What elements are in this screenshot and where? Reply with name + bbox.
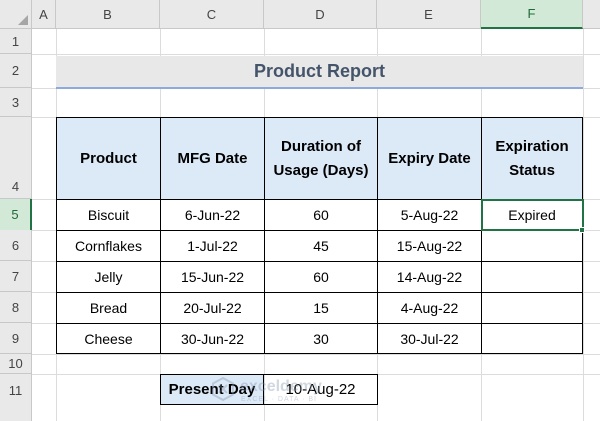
table-header-expiration-status[interactable]: Expiration Status: [481, 117, 583, 200]
table-header-duration[interactable]: Duration of Usage (Days): [264, 117, 378, 200]
row-header-8[interactable]: 8: [0, 292, 32, 323]
select-all-corner[interactable]: [0, 0, 32, 29]
table-cell-mfg[interactable]: 1-Jul-22: [160, 230, 265, 262]
column-header-f[interactable]: F: [481, 0, 583, 29]
table-cell-product[interactable]: Biscuit: [56, 199, 161, 231]
column-header-a[interactable]: A: [32, 0, 56, 29]
column-header-b[interactable]: B: [56, 0, 160, 29]
row-header-10[interactable]: 10: [0, 354, 32, 374]
column-header-extra: [583, 0, 600, 29]
table-cell-product[interactable]: Bread: [56, 292, 161, 324]
table-cell-status[interactable]: [481, 292, 583, 324]
row-header-9[interactable]: 9: [0, 323, 32, 354]
row-header-3[interactable]: 3: [0, 88, 32, 117]
row-header-11[interactable]: 11: [0, 374, 32, 421]
row-header-7[interactable]: 7: [0, 261, 32, 292]
table-cell-expiry[interactable]: 14-Aug-22: [377, 261, 482, 293]
active-cell-selection[interactable]: [481, 199, 584, 231]
table-header-expiry-date[interactable]: Expiry Date: [377, 117, 482, 200]
table-cell-duration[interactable]: 15: [264, 292, 378, 324]
table-cell-product[interactable]: Cheese: [56, 323, 161, 354]
table-cell-duration[interactable]: 60: [264, 199, 378, 231]
title-underline: [56, 87, 583, 89]
column-header-e[interactable]: E: [377, 0, 481, 29]
table-cell-product[interactable]: Jelly: [56, 261, 161, 293]
present-day-value[interactable]: 10-Aug-22: [263, 374, 378, 405]
table-cell-product[interactable]: Cornflakes: [56, 230, 161, 262]
fill-handle[interactable]: [579, 227, 585, 233]
report-title-band[interactable]: Product Report: [56, 56, 583, 87]
column-header-c[interactable]: C: [160, 0, 264, 29]
table-header-product[interactable]: Product: [56, 117, 161, 200]
table-cell-expiry[interactable]: 15-Aug-22: [377, 230, 482, 262]
row-header-2[interactable]: 2: [0, 54, 32, 88]
table-cell-mfg[interactable]: 15-Jun-22: [160, 261, 265, 293]
table-header-mfg-date[interactable]: MFG Date: [160, 117, 265, 200]
product-table: Product MFG Date Duration of Usage (Days…: [56, 117, 583, 354]
table-cell-expiry[interactable]: 30-Jul-22: [377, 323, 482, 354]
select-all-triangle-icon: [18, 15, 28, 25]
row-header-5[interactable]: 5: [0, 199, 32, 230]
table-cell-duration[interactable]: 60: [264, 261, 378, 293]
column-header-d[interactable]: D: [264, 0, 377, 29]
table-cell-status[interactable]: [481, 230, 583, 262]
table-cell-mfg[interactable]: 20-Jul-22: [160, 292, 265, 324]
present-day-label[interactable]: Present Day: [160, 374, 264, 405]
table-cell-status[interactable]: [481, 323, 583, 354]
table-cell-expiry[interactable]: 5-Aug-22: [377, 199, 482, 231]
table-cell-duration[interactable]: 30: [264, 323, 378, 354]
table-cell-status[interactable]: [481, 261, 583, 293]
row-header-1[interactable]: 1: [0, 29, 32, 54]
table-cell-mfg[interactable]: 6-Jun-22: [160, 199, 265, 231]
table-cell-expiry[interactable]: 4-Aug-22: [377, 292, 482, 324]
table-cell-mfg[interactable]: 30-Jun-22: [160, 323, 265, 354]
row-header-4[interactable]: 4: [0, 117, 32, 199]
page-title: Product Report: [253, 61, 385, 81]
row-header-6[interactable]: 6: [0, 230, 32, 261]
table-cell-duration[interactable]: 45: [264, 230, 378, 262]
